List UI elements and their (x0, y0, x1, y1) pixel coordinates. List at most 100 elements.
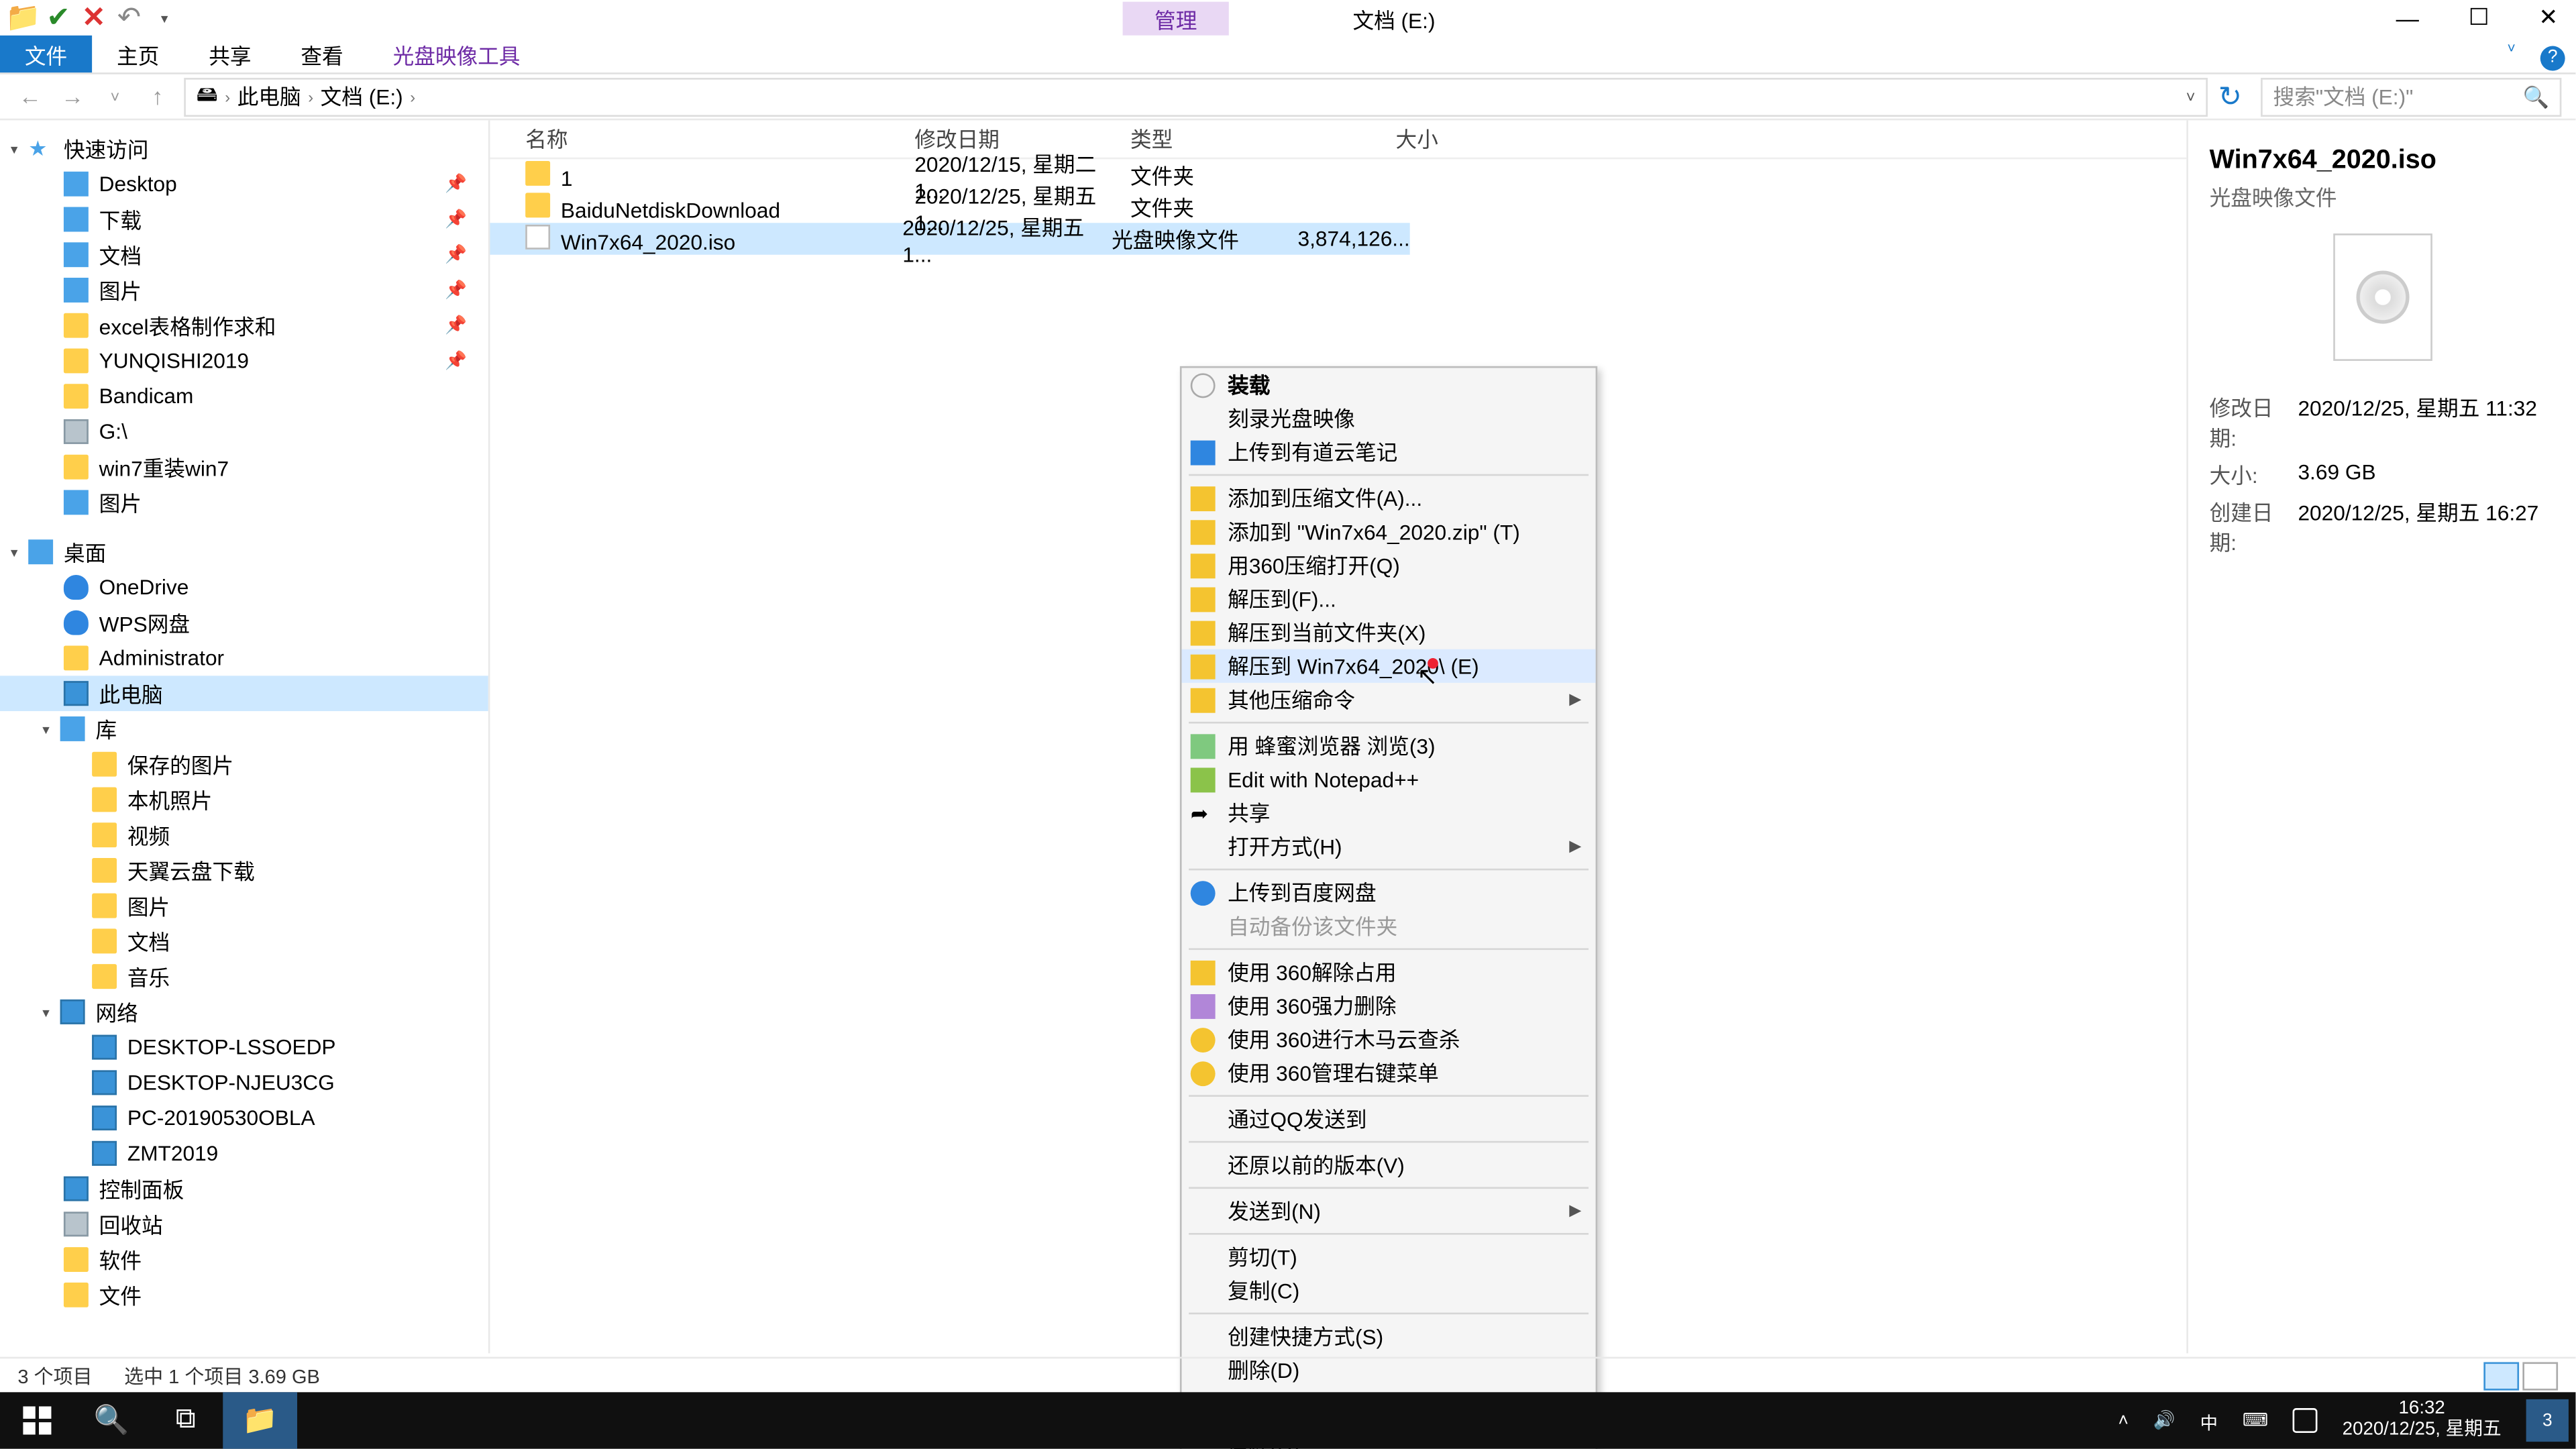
list-item[interactable]: 1 2020/12/15, 星期二 1... 文件夹 (490, 159, 2186, 191)
ctx-360-trojan-scan[interactable]: 使用 360进行木马云查杀 (1182, 1022, 1596, 1056)
ctx-open-with[interactable]: 打开方式(H)▶ (1182, 830, 1596, 863)
contextual-tab-manage[interactable]: 管理 (1123, 1, 1229, 34)
ctx-other-zip[interactable]: 其他压缩命令▶ (1182, 683, 1596, 716)
ribbon-tab-home[interactable]: 主页 (92, 36, 184, 72)
nav-lib-camera[interactable]: 本机照片 (0, 782, 488, 818)
view-details-button[interactable] (2483, 1361, 2519, 1389)
ctx-360-force-delete[interactable]: 使用 360强力删除 (1182, 989, 1596, 1022)
tray-chevron-up-icon[interactable]: ˄ (2118, 1411, 2128, 1430)
nav-net-pc3[interactable]: PC-20190530OBLA (0, 1100, 488, 1136)
maximize-button[interactable]: ☐ (2469, 3, 2489, 32)
search-icon[interactable]: 🔍 (2522, 84, 2548, 109)
caret-down-icon[interactable]: ▾ (42, 1004, 50, 1020)
nav-control-panel[interactable]: 控制面板 (0, 1171, 488, 1207)
help-icon[interactable]: ? (2530, 36, 2576, 72)
ctx-bee-browser[interactable]: 用 蜂蜜浏览器 浏览(3) (1182, 729, 1596, 762)
crumb-drive[interactable]: 文档 (E:) (321, 81, 403, 111)
nav-up-icon[interactable]: ↑ (142, 83, 173, 110)
tray-clock[interactable]: 16:32 2020/12/25, 星期五 (2343, 1400, 2502, 1441)
nav-user[interactable]: Administrator (0, 641, 488, 676)
ctx-360-manage-menu[interactable]: 使用 360管理右键菜单 (1182, 1056, 1596, 1089)
ctx-open-360zip[interactable]: 用360压缩打开(Q) (1182, 548, 1596, 582)
ctx-notepad-pp[interactable]: Edit with Notepad++ (1182, 763, 1596, 796)
ribbon-expand-icon[interactable]: ˅ (2493, 36, 2530, 72)
ctx-extract-to-folder[interactable]: 解压到 Win7x64_2020\ (E) (1182, 649, 1596, 683)
tray-bandicam-icon[interactable] (2293, 1408, 2318, 1433)
tray-ime[interactable]: 中 (2200, 1407, 2218, 1434)
nav-this-pc[interactable]: 此电脑 (0, 676, 488, 711)
caret-down-icon[interactable]: ▾ (11, 544, 18, 560)
nav-wps[interactable]: WPS网盘 (0, 605, 488, 641)
close-button[interactable]: ✕ (2538, 3, 2558, 32)
tray-keyboard-icon[interactable]: ⌨ (2243, 1411, 2268, 1430)
nav-recycle-bin[interactable]: 回收站 (0, 1206, 488, 1242)
nav-lib-tianyi[interactable]: 天翼云盘下载 (0, 853, 488, 888)
task-view-icon[interactable]: ⧉ (149, 1392, 223, 1448)
col-name[interactable]: 名称 (525, 124, 914, 154)
qat-dropdown-icon[interactable]: ▾ (152, 5, 177, 30)
nav-net-pc2[interactable]: DESKTOP-NJEU3CG (0, 1065, 488, 1100)
nav-documents[interactable]: 文档📌 (0, 237, 488, 272)
nav-pictures[interactable]: 图片📌 (0, 272, 488, 308)
ctx-send-to[interactable]: 发送到(N)▶ (1182, 1194, 1596, 1228)
chevron-right-icon[interactable]: › (308, 88, 313, 105)
list-item-selected[interactable]: Win7x64_2020.iso 2020/12/25, 星期五 1... 光盘… (490, 223, 1409, 254)
start-button[interactable] (0, 1392, 74, 1448)
ctx-restore-previous[interactable]: 还原以前的版本(V) (1182, 1148, 1596, 1181)
nav-folder-software[interactable]: 软件 (0, 1242, 488, 1277)
chevron-right-icon[interactable]: › (410, 88, 415, 105)
ctx-youdao[interactable]: 上传到有道云笔记 (1182, 435, 1596, 469)
list-item[interactable]: BaiduNetdiskDownload 2020/12/25, 星期五 1..… (490, 191, 2186, 223)
nav-history-icon[interactable]: ˅ (99, 88, 131, 105)
nav-desktop[interactable]: Desktop📌 (0, 166, 488, 202)
nav-net-pc4[interactable]: ZMT2019 (0, 1136, 488, 1171)
nav-lib-pics[interactable]: 图片 (0, 888, 488, 924)
ribbon-tab-file[interactable]: 文件 (0, 36, 92, 72)
chevron-right-icon[interactable]: › (225, 88, 230, 105)
col-size[interactable]: 大小 (1314, 124, 1438, 154)
nav-libraries[interactable]: ▾库 (0, 711, 488, 747)
crumb-this-pc[interactable]: 此电脑 (237, 81, 301, 111)
nav-quick-access[interactable]: ▾★快速访问 (0, 131, 488, 166)
nav-lib-video[interactable]: 视频 (0, 817, 488, 853)
nav-downloads[interactable]: 下载📌 (0, 202, 488, 237)
ctx-mount[interactable]: 装载 (1182, 368, 1596, 401)
nav-network[interactable]: ▾网络 (0, 994, 488, 1030)
view-thumbnails-button[interactable] (2522, 1361, 2558, 1389)
refresh-icon[interactable]: ↻ (2218, 78, 2250, 114)
nav-lib-docs[interactable]: 文档 (0, 924, 488, 959)
ribbon-tab-iso-tools[interactable]: 光盘映像工具 (368, 36, 545, 72)
nav-folder-yunqishi[interactable]: YUNQISHI2019📌 (0, 343, 488, 379)
ctx-add-archive-named[interactable]: 添加到 "Win7x64_2020.zip" (T) (1182, 515, 1596, 548)
minimize-button[interactable]: — (2396, 5, 2419, 32)
search-input[interactable]: 搜索"文档 (E:)" 🔍 (2261, 77, 2561, 116)
ctx-share[interactable]: ➦共享 (1182, 796, 1596, 830)
qat-red-x-icon[interactable]: ✕ (81, 5, 106, 30)
tray-notifications[interactable]: 3 (2526, 1399, 2569, 1442)
nav-lib-saved-pics[interactable]: 保存的图片 (0, 747, 488, 782)
qat-undo-icon[interactable]: ↶ (117, 5, 142, 30)
caret-down-icon[interactable]: ▾ (42, 721, 50, 737)
nav-folder-files[interactable]: 文件 (0, 1277, 488, 1313)
nav-back-icon[interactable]: ← (14, 83, 46, 110)
qat-checked-icon[interactable]: ✔ (46, 5, 71, 30)
nav-desktop-section[interactable]: ▾桌面 (0, 534, 488, 570)
nav-onedrive[interactable]: OneDrive (0, 570, 488, 605)
taskbar-search-icon[interactable]: 🔍 (74, 1392, 149, 1448)
nav-pictures-recent[interactable]: 图片 (0, 485, 488, 521)
nav-folder-excel[interactable]: excel表格制作求和📌 (0, 308, 488, 343)
ctx-extract-to[interactable]: 解压到(F)... (1182, 582, 1596, 616)
taskbar-explorer[interactable]: 📁 (223, 1392, 297, 1448)
ctx-baidu-upload[interactable]: 上传到百度网盘 (1182, 875, 1596, 909)
ctx-cut[interactable]: 剪切(T) (1182, 1240, 1596, 1274)
nav-folder-bandicam[interactable]: Bandicam (0, 378, 488, 414)
ctx-360-unlock[interactable]: 使用 360解除占用 (1182, 955, 1596, 989)
nav-net-pc1[interactable]: DESKTOP-LSSOEDP (0, 1030, 488, 1065)
ctx-add-archive[interactable]: 添加到压缩文件(A)... (1182, 481, 1596, 515)
caret-down-icon[interactable]: ▾ (11, 141, 18, 157)
col-type[interactable]: 类型 (1130, 124, 1314, 154)
ribbon-tab-share[interactable]: 共享 (184, 36, 276, 72)
crumb-dropdown-icon[interactable]: ˅ (2186, 88, 2196, 105)
breadcrumb[interactable]: 🖴 › 此电脑 › 文档 (E:) › ˅ (184, 77, 2208, 116)
tray-volume-icon[interactable]: 🔊 (2153, 1411, 2176, 1430)
